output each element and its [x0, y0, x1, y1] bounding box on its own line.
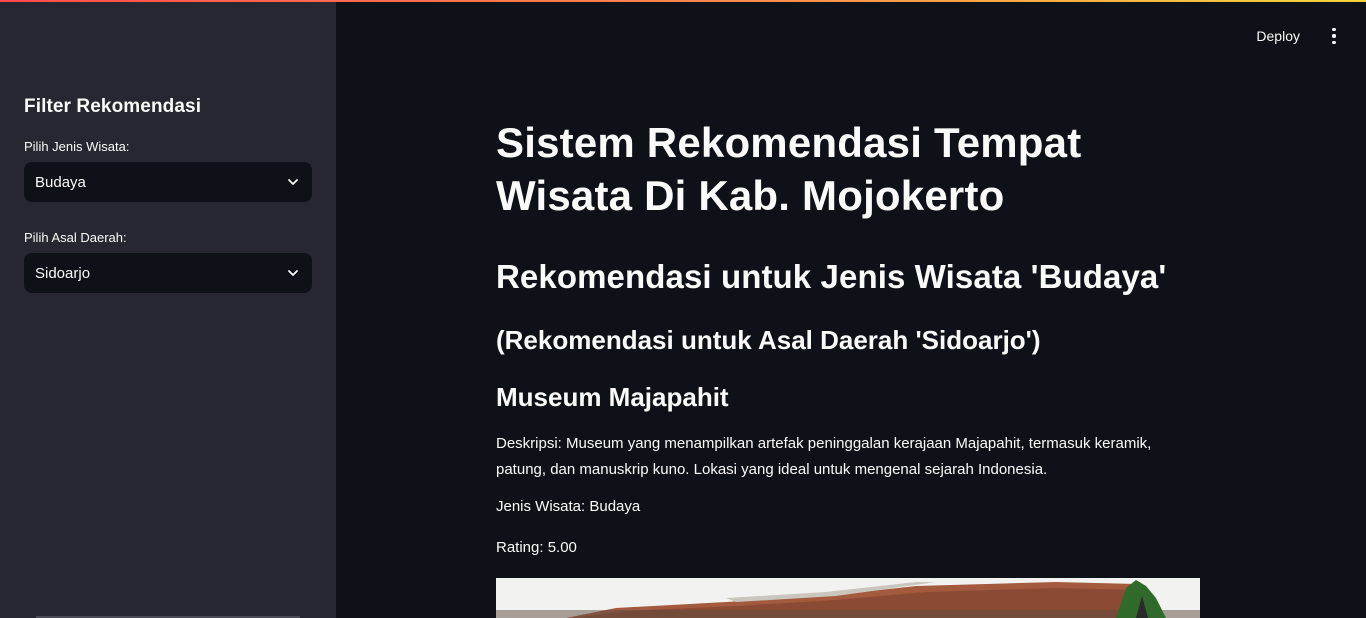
- chevron-down-icon: [288, 179, 298, 185]
- place-rating: Rating: 5.00: [496, 539, 577, 556]
- top-decoration-bar: [0, 0, 1366, 2]
- deploy-button[interactable]: Deploy: [1248, 26, 1308, 46]
- asal-daerah-label: Pilih Asal Daerah:: [24, 230, 127, 245]
- asal-daerah-value: Sidoarjo: [35, 264, 91, 282]
- page-title: Sistem Rekomendasi Tempat Wisata Di Kab.…: [496, 119, 1082, 219]
- header-actions: Deploy: [1248, 26, 1342, 46]
- origin-subheader: (Rekomendasi untuk Asal Daerah 'Sidoarjo…: [496, 325, 1041, 355]
- jenis-wisata-label: Pilih Jenis Wisata:: [24, 139, 130, 154]
- place-name: Museum Majapahit: [496, 382, 729, 412]
- jenis-wisata-value: Budaya: [35, 173, 86, 191]
- asal-daerah-select[interactable]: Sidoarjo: [24, 253, 312, 293]
- sidebar: Filter Rekomendasi Pilih Jenis Wisata: B…: [0, 0, 336, 618]
- main-content: Sistem Rekomendasi Tempat Wisata Di Kab.…: [496, 116, 1200, 556]
- jenis-wisata-select[interactable]: Budaya: [24, 162, 312, 202]
- sidebar-title: Filter Rekomendasi: [24, 96, 202, 117]
- recommendation-header: Rekomendasi untuk Jenis Wisata 'Budaya': [496, 258, 1167, 295]
- place-type: Jenis Wisata: Budaya: [496, 498, 641, 515]
- vertical-dots-icon[interactable]: [1326, 26, 1342, 46]
- place-description: Deskripsi: Museum yang menampilkan artef…: [496, 435, 1152, 478]
- chevron-down-icon: [288, 270, 298, 276]
- place-photo: [496, 578, 1200, 618]
